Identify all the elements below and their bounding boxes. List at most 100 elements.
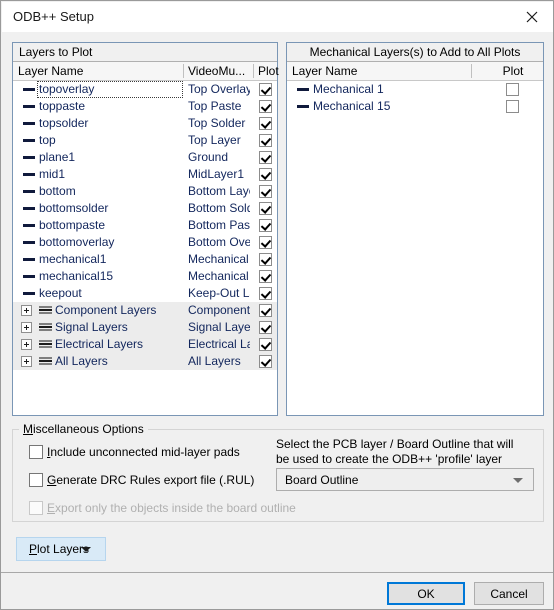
plot-checkbox[interactable] [259, 287, 272, 300]
plot-checkbox[interactable] [259, 321, 272, 334]
table-row[interactable]: topsolder Top Solder [13, 115, 277, 132]
plot-layers-button[interactable]: Plot Layers [16, 537, 106, 561]
table-row[interactable]: bottompaste Bottom Paste [13, 217, 277, 234]
checkbox-box[interactable] [29, 445, 43, 459]
layer-description-cell: Top Overlay [188, 82, 250, 96]
layer-name-cell: toppaste [39, 99, 86, 113]
checkbox-label: Export only the objects inside the board… [47, 501, 296, 515]
column-header-plot[interactable]: Plot [483, 64, 543, 78]
table-row[interactable]: Electrical Layers Electrical Layers [13, 336, 277, 353]
table-row[interactable]: Component Layers Component Layers [13, 302, 277, 319]
checkbox-box[interactable] [29, 473, 43, 487]
layer-description-cell: All Layers [188, 354, 241, 368]
plot-checkbox[interactable] [259, 100, 272, 113]
table-row[interactable]: top Top Layer [13, 132, 277, 149]
mechanical-layers-panel: Mechanical Layers(s) to Add to All Plots… [286, 42, 544, 416]
table-row[interactable]: keepout Keep-Out Layer [13, 285, 277, 302]
layer-description-cell: Top Solder [188, 116, 246, 130]
expander-plus-icon[interactable] [21, 322, 32, 333]
layer-name-cell: mechanical1 [39, 252, 107, 266]
layer-name-cell: Mechanical 15 [313, 99, 391, 113]
table-row[interactable]: bottomoverlay Bottom Overlay [13, 234, 277, 251]
ok-button[interactable]: OK [387, 582, 465, 605]
plot-checkbox[interactable] [259, 355, 272, 368]
table-row[interactable]: toppaste Top Paste [13, 98, 277, 115]
footer-bar [2, 573, 553, 609]
layer-description-cell: Bottom Overlay [188, 235, 250, 249]
layer-line-icon [23, 275, 35, 278]
checkbox-box [29, 501, 43, 515]
layer-description-cell: Mechanical 1 [188, 252, 250, 266]
column-divider[interactable] [183, 64, 184, 78]
layers-to-plot-list[interactable]: topoverlay Top Overlay toppaste Top Paste to… [13, 81, 277, 370]
layer-line-icon [23, 224, 35, 227]
table-row[interactable]: plane1 Ground [13, 149, 277, 166]
table-row[interactable]: Signal Layers Signal Layers [13, 319, 277, 336]
column-divider[interactable] [471, 64, 472, 78]
column-divider[interactable] [253, 64, 254, 78]
layer-description-cell: Top Paste [188, 99, 242, 113]
layer-line-icon [297, 105, 309, 108]
column-header-plot[interactable]: Plot [258, 64, 279, 78]
layer-line-icon [23, 190, 35, 193]
layer-description-cell: Keep-Out Layer [188, 286, 250, 300]
layer-stack-icon [39, 306, 52, 315]
layer-line-icon [23, 241, 35, 244]
column-header-videomu[interactable]: VideoMu... [188, 64, 250, 78]
mechanical-layers-list[interactable]: Mechanical 1 Mechanical 15 [287, 81, 543, 115]
layer-line-icon [23, 258, 35, 261]
layer-name-cell: bottomsolder [39, 201, 109, 215]
chevron-down-icon[interactable] [513, 477, 523, 483]
plot-checkbox[interactable] [259, 185, 272, 198]
plot-checkbox[interactable] [506, 83, 519, 96]
layer-line-icon [23, 105, 35, 108]
table-row[interactable]: mid1 MidLayer1 [13, 166, 277, 183]
table-row[interactable]: All Layers All Layers [13, 353, 277, 370]
cancel-button[interactable]: Cancel [474, 582, 544, 605]
title-bar: ODB++ Setup [2, 2, 553, 32]
plot-checkbox[interactable] [259, 134, 272, 147]
table-row[interactable]: bottom Bottom Layer [13, 183, 277, 200]
plot-checkbox[interactable] [259, 83, 272, 96]
layer-line-icon [23, 156, 35, 159]
table-row[interactable]: mechanical15 Mechanical 15 [13, 268, 277, 285]
profile-layer-select[interactable]: Board Outline [276, 468, 534, 491]
expander-plus-icon[interactable] [21, 305, 32, 316]
plot-checkbox[interactable] [259, 338, 272, 351]
expander-plus-icon[interactable] [21, 339, 32, 350]
table-row[interactable]: Mechanical 1 [287, 81, 543, 98]
plot-checkbox[interactable] [259, 270, 272, 283]
miscellaneous-options-legend: Miscellaneous Options [19, 422, 148, 436]
layer-name-cell: Signal Layers [55, 320, 128, 334]
layer-name-cell: mid1 [39, 167, 66, 181]
layers-to-plot-column-header: Layer Name VideoMu... Plot [13, 62, 279, 81]
table-row[interactable]: Mechanical 15 [287, 98, 543, 115]
plot-checkbox[interactable] [259, 304, 272, 317]
plot-checkbox[interactable] [506, 100, 519, 113]
expander-plus-icon[interactable] [21, 356, 32, 367]
plot-checkbox[interactable] [259, 202, 272, 215]
plot-checkbox[interactable] [259, 168, 272, 181]
column-header-layer-name[interactable]: Layer Name [18, 64, 83, 78]
layer-name-cell: topsolder [39, 116, 89, 130]
plot-checkbox[interactable] [259, 253, 272, 266]
layer-line-icon [23, 139, 35, 142]
plot-checkbox[interactable] [259, 151, 272, 164]
plot-checkbox[interactable] [259, 236, 272, 249]
table-row[interactable]: topoverlay Top Overlay [13, 81, 277, 98]
layer-line-icon [23, 207, 35, 210]
plot-checkbox[interactable] [259, 117, 272, 130]
table-row[interactable]: mechanical1 Mechanical 1 [13, 251, 277, 268]
layer-description-cell: Electrical Layers [188, 337, 250, 351]
close-icon[interactable] [509, 2, 553, 32]
layer-description-cell: Component Layers [188, 303, 250, 317]
chevron-down-icon[interactable] [81, 547, 91, 552]
layer-description-cell: Signal Layers [188, 320, 250, 334]
table-row[interactable]: bottomsolder Bottom Solder [13, 200, 277, 217]
layer-description-cell: Bottom Solder [188, 201, 250, 215]
layer-description-cell: Mechanical 15 [188, 269, 250, 283]
column-header-layer-name[interactable]: Layer Name [292, 64, 357, 78]
layer-name-cell: Electrical Layers [55, 337, 144, 351]
plot-checkbox[interactable] [259, 219, 272, 232]
plot-layers-label: Plot Layers [29, 542, 90, 556]
